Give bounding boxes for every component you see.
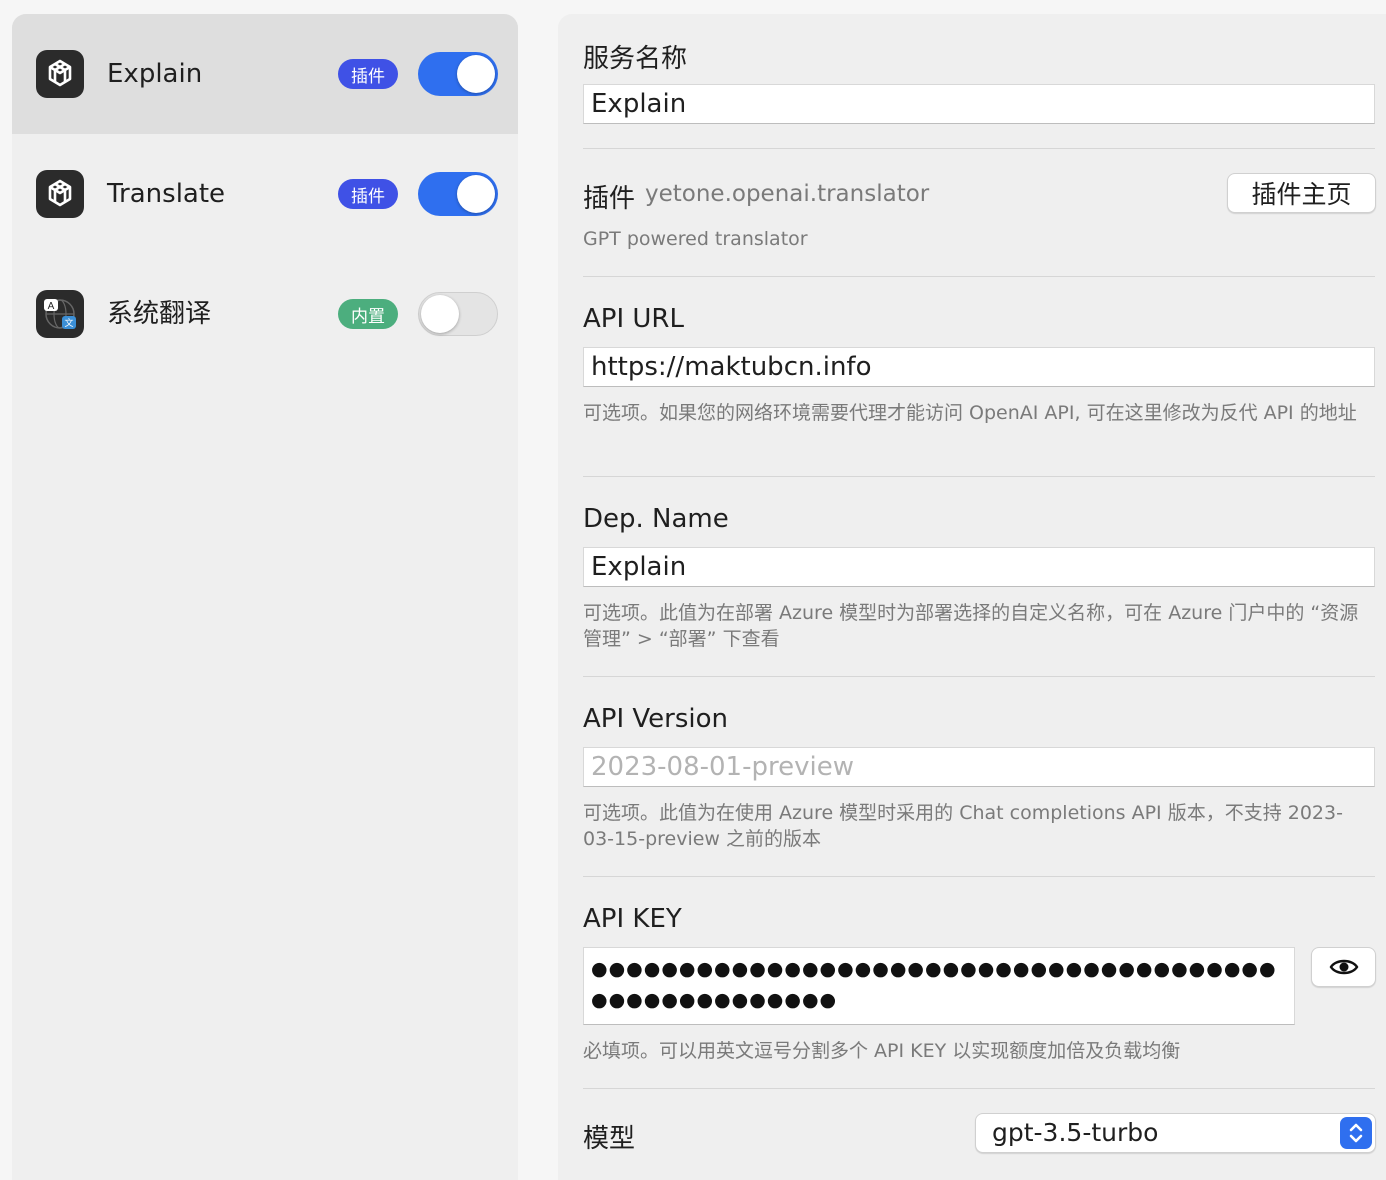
plugin-badge: 插件 bbox=[338, 59, 398, 89]
eye-icon bbox=[1329, 959, 1358, 975]
service-sidebar: Explain 插件 Translate 插件 A 文 系统翻译 内置 bbox=[12, 14, 518, 1180]
service-settings-panel: 服务名称 Explain 插件 yetone.openai.translator… bbox=[558, 14, 1386, 1180]
translate-icon: A 文 bbox=[36, 290, 84, 338]
service-item-system-translate[interactable]: A 文 系统翻译 内置 bbox=[12, 254, 518, 374]
chevron-up-down-icon bbox=[1340, 1117, 1372, 1149]
api-key-help: 必填项。可以用英文逗号分割多个 API KEY 以实现额度加倍及负载均衡 bbox=[583, 1040, 1181, 1062]
service-item-explain[interactable]: Explain 插件 bbox=[12, 14, 518, 134]
service-item-translate[interactable]: Translate 插件 bbox=[12, 134, 518, 254]
plugin-homepage-button[interactable]: 插件主页 bbox=[1227, 173, 1376, 213]
service-name-label: 服务名称 bbox=[583, 44, 688, 74]
divider bbox=[583, 876, 1375, 877]
svg-text:A: A bbox=[48, 301, 55, 312]
divider bbox=[583, 476, 1375, 477]
api-version-help: 可选项。此值为在使用 Azure 模型时采用的 Chat completions… bbox=[583, 802, 1343, 850]
service-toggle[interactable] bbox=[418, 172, 498, 216]
api-key-label: API KEY bbox=[583, 904, 682, 934]
toggle-knob bbox=[421, 295, 459, 333]
builtin-badge: 内置 bbox=[338, 299, 398, 329]
model-select[interactable]: gpt-3.5-turbo bbox=[975, 1113, 1376, 1153]
plugin-label: 插件 bbox=[583, 184, 636, 214]
plugin-badge: 插件 bbox=[338, 179, 398, 209]
model-label: 模型 bbox=[583, 1124, 636, 1154]
divider bbox=[583, 276, 1375, 277]
service-toggle[interactable] bbox=[418, 292, 498, 336]
service-name: 系统翻译 bbox=[107, 299, 212, 329]
divider bbox=[583, 1088, 1375, 1089]
api-version-label: API Version bbox=[583, 704, 729, 734]
service-name-input[interactable]: Explain bbox=[583, 84, 1375, 124]
dep-name-label: Dep. Name bbox=[583, 504, 729, 534]
dep-name-help: 可选项。此值为在部署 Azure 模型时为部署选择的自定义名称，可在 Azure… bbox=[583, 602, 1359, 650]
service-name: Translate bbox=[107, 179, 226, 209]
service-name: Explain bbox=[107, 59, 203, 89]
model-select-value: gpt-3.5-turbo bbox=[992, 1118, 1159, 1147]
openai-icon bbox=[36, 170, 84, 218]
plugin-id: yetone.openai.translator bbox=[645, 181, 930, 207]
toggle-key-visibility-button[interactable] bbox=[1311, 947, 1376, 987]
plugin-description: GPT powered translator bbox=[583, 228, 808, 250]
toggle-knob bbox=[457, 55, 495, 93]
divider bbox=[583, 676, 1375, 677]
api-url-input[interactable]: https://maktubcn.info bbox=[583, 347, 1375, 387]
openai-icon bbox=[36, 50, 84, 98]
service-toggle[interactable] bbox=[418, 52, 498, 96]
svg-text:文: 文 bbox=[64, 317, 73, 329]
api-url-help: 可选项。如果您的网络环境需要代理才能访问 OpenAI API, 可在这里修改为… bbox=[583, 402, 1357, 424]
toggle-knob bbox=[457, 175, 495, 213]
divider bbox=[583, 148, 1375, 149]
api-url-label: API URL bbox=[583, 304, 684, 334]
api-key-input[interactable]: ●●●●●●●●●●●●●●●●●●●●●●●●●●●●●●●●●●●●●●●●… bbox=[583, 947, 1295, 1025]
api-version-input[interactable]: 2023-08-01-preview bbox=[583, 747, 1375, 787]
dep-name-input[interactable]: Explain bbox=[583, 547, 1375, 587]
